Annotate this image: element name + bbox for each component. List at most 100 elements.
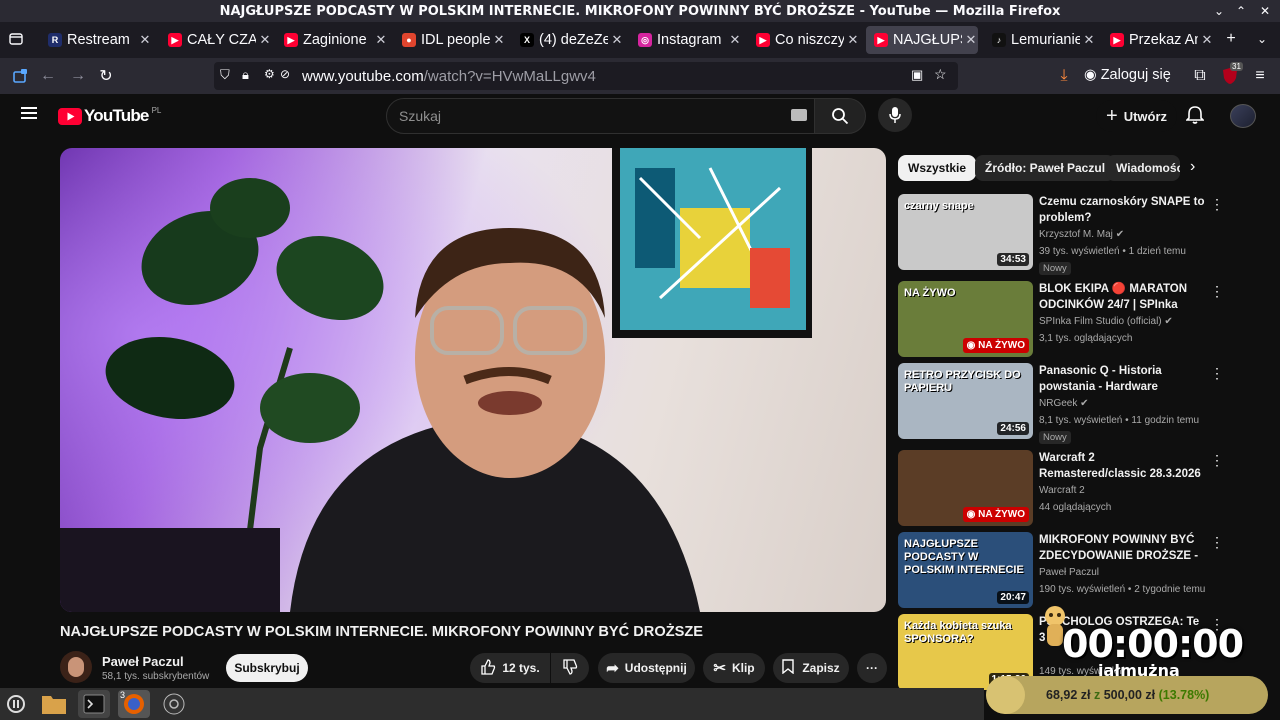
tab-close-icon[interactable]: ✕: [728, 32, 742, 48]
tab-close-icon[interactable]: ✕: [1082, 32, 1096, 48]
recommended-title[interactable]: MIKROFONY POWINNY BYĆ ZDECYDOWANIE DROŻS…: [1039, 532, 1205, 564]
channel-name[interactable]: Paweł Paczul: [102, 654, 184, 669]
recommended-item[interactable]: ◉ NA ŻYWO Warcraft 2 Remastered/classic 2…: [898, 450, 1228, 528]
video-player[interactable]: [60, 148, 886, 612]
tab-close-icon[interactable]: ✕: [138, 32, 152, 48]
recommended-channel[interactable]: Krzysztof M. Maj ✔: [1039, 229, 1124, 240]
avatar[interactable]: [1230, 104, 1256, 128]
channel-avatar[interactable]: [60, 651, 92, 683]
new-tab-icon[interactable]: +: [1219, 27, 1243, 51]
back-icon[interactable]: ←: [36, 64, 60, 88]
terminal-icon[interactable]: [78, 690, 110, 718]
recommended-title[interactable]: BLOK EKIPA 🔴 MARATON ODCINKÓW 24/7 | SPI…: [1039, 281, 1205, 313]
guide-menu-icon[interactable]: [20, 104, 40, 124]
more-vert-icon[interactable]: ⋮: [1210, 452, 1224, 469]
chip-news[interactable]: Wiadomości: [1106, 155, 1180, 181]
youtube-logo[interactable]: YouTube PL: [58, 106, 161, 126]
bookmark-star-icon[interactable]: ☆: [934, 66, 947, 83]
reader-view-icon[interactable]: ▣: [911, 67, 923, 83]
recommended-title[interactable]: Czemu czarnoskóry SNAPE to problem?: [1039, 194, 1205, 226]
video-thumbnail[interactable]: czarny snape 34:53: [898, 194, 1033, 270]
subscribe-button[interactable]: Subskrybuj: [226, 654, 308, 682]
tab-close-icon[interactable]: ✕: [610, 32, 624, 48]
maximize-icon[interactable]: ⌃: [1230, 0, 1252, 22]
minimize-icon[interactable]: ⌄: [1208, 0, 1230, 22]
url-text[interactable]: www.youtube.com/watch?v=HVwMaLLgwv4: [302, 68, 596, 85]
recommended-channel[interactable]: Paweł Paczul: [1039, 567, 1099, 578]
signin-button[interactable]: ◉ Zaloguj się: [1084, 67, 1171, 83]
start-menu-icon[interactable]: [0, 690, 32, 718]
tab-3[interactable]: ● IDL people ✕: [394, 26, 506, 54]
voice-search-button[interactable]: [878, 98, 912, 132]
recommended-item[interactable]: czarny snape 34:53 Czemu czarnoskóry SNAPE…: [898, 194, 1228, 275]
tab-close-icon[interactable]: ✕: [374, 32, 388, 48]
notifications-icon[interactable]: [1185, 105, 1205, 130]
share-button[interactable]: ➦ Udostępnij: [598, 653, 695, 683]
close-window-icon[interactable]: ✕: [1254, 0, 1276, 22]
tab-2[interactable]: ▶ Zaginione ✕: [276, 26, 388, 54]
file-manager-icon[interactable]: [38, 690, 70, 718]
more-vert-icon[interactable]: ⋮: [1210, 196, 1224, 213]
dislike-button[interactable]: [551, 653, 589, 683]
like-button[interactable]: 12 tys.: [470, 653, 550, 683]
tab-1[interactable]: ▶ CAŁY CZAS✕: [160, 26, 272, 54]
tab-6[interactable]: ▶ Co niszczy ✕: [748, 26, 860, 54]
recommended-item[interactable]: NA ŻYWO ◉ NA ŻYWO BLOK EKIPA 🔴 MARATON ODC…: [898, 281, 1228, 359]
more-vert-icon[interactable]: ⋮: [1210, 283, 1224, 300]
create-button[interactable]: + Utwórz: [1096, 100, 1178, 132]
search-button[interactable]: [814, 98, 866, 134]
extensions-icon[interactable]: ⧉: [1188, 64, 1212, 88]
recommended-channel[interactable]: SPInka Film Studio (official) ✔: [1039, 316, 1173, 327]
recommended-item[interactable]: RETRO PRZYCISK DO PAPIERU 24:56 Panasonic …: [898, 363, 1228, 444]
sidebar-toggle-icon[interactable]: [8, 64, 32, 88]
recommended-title[interactable]: Panasonic Q - Historia powstania - Hardw…: [1039, 363, 1205, 395]
media-blocked-icon[interactable]: ⊘: [280, 67, 290, 81]
tab-close-icon[interactable]: ✕: [964, 32, 978, 48]
downloads-icon[interactable]: ⤓: [1052, 64, 1076, 88]
recommended-channel[interactable]: NRGeek ✔: [1039, 398, 1089, 409]
video-thumbnail[interactable]: RETRO PRZYCISK DO PAPIERU 24:56: [898, 363, 1033, 439]
permissions-icon[interactable]: ⚙︎: [264, 67, 275, 81]
clip-button[interactable]: ✂ Klip: [703, 653, 765, 683]
video-thumbnail[interactable]: NAJGŁUPSZE PODCASTY W POLSKIM INTERNECIE…: [898, 532, 1033, 608]
reload-icon[interactable]: ↻: [94, 64, 118, 88]
bookmark-icon: [782, 659, 795, 677]
thumbnail-text: RETRO PRZYCISK DO PAPIERU: [904, 369, 1021, 394]
tab-close-icon[interactable]: ✕: [1200, 32, 1214, 48]
tab-close-icon[interactable]: ✕: [492, 32, 506, 48]
more-vert-icon[interactable]: ⋮: [1210, 365, 1224, 382]
tracking-shield-icon[interactable]: ⛉: [220, 67, 230, 83]
search-input[interactable]: [399, 108, 759, 124]
list-all-tabs-icon[interactable]: ⌄: [1250, 27, 1274, 51]
ublock-icon[interactable]: 31: [1218, 62, 1243, 88]
obs-icon[interactable]: [158, 690, 190, 718]
tab-8[interactable]: ♪ Lemurianie ✕: [984, 26, 1096, 54]
tab-overview-icon[interactable]: [4, 27, 28, 51]
tab-4[interactable]: X (4) deZeZe ✕: [512, 26, 624, 54]
keyboard-icon[interactable]: [791, 109, 807, 121]
recommended-item[interactable]: NAJGŁUPSZE PODCASTY W POLSKIM INTERNECIE…: [898, 532, 1228, 610]
more-actions-button[interactable]: ···: [857, 653, 887, 683]
recommended-title[interactable]: Warcraft 2 Remastered/classic 28.3.2026: [1039, 450, 1205, 482]
recommended-channel[interactable]: Warcraft 2: [1039, 485, 1085, 496]
window-titlebar: NAJGŁUPSZE PODCASTY W POLSKIM INTERNECIE…: [0, 0, 1280, 22]
tab-0[interactable]: R Restream ✕: [40, 26, 152, 54]
chips-next-icon[interactable]: ›: [1190, 158, 1195, 176]
more-vert-icon[interactable]: ⋮: [1210, 534, 1224, 551]
video-thumbnail[interactable]: ◉ NA ŻYWO: [898, 450, 1033, 526]
save-button[interactable]: Zapisz: [773, 653, 849, 683]
tab-9[interactable]: ▶ Przekaz An ✕: [1102, 26, 1214, 54]
chip-source[interactable]: Źródło: Paweł Paczul: [975, 155, 1116, 181]
tab-close-icon[interactable]: ✕: [258, 32, 272, 48]
tab-5[interactable]: ◎ Instagram ✕: [630, 26, 742, 54]
tab-7[interactable]: ▶ NAJGŁUPSZ✕: [866, 26, 978, 54]
lock-icon[interactable]: 🔒︎: [242, 67, 249, 83]
app-menu-icon[interactable]: ≡: [1248, 64, 1272, 88]
url-bar[interactable]: ⛉ 🔒︎ ⚙︎ ⊘ www.youtube.com/watch?v=HVwMaL…: [214, 62, 958, 90]
firefox-taskbar-icon[interactable]: 3: [118, 690, 150, 718]
chip-all[interactable]: Wszystkie: [898, 155, 977, 181]
tab-close-icon[interactable]: ✕: [846, 32, 860, 48]
forward-icon[interactable]: →: [66, 64, 90, 88]
video-thumbnail[interactable]: NA ŻYWO ◉ NA ŻYWO: [898, 281, 1033, 357]
youtube-play-icon: [58, 107, 82, 125]
